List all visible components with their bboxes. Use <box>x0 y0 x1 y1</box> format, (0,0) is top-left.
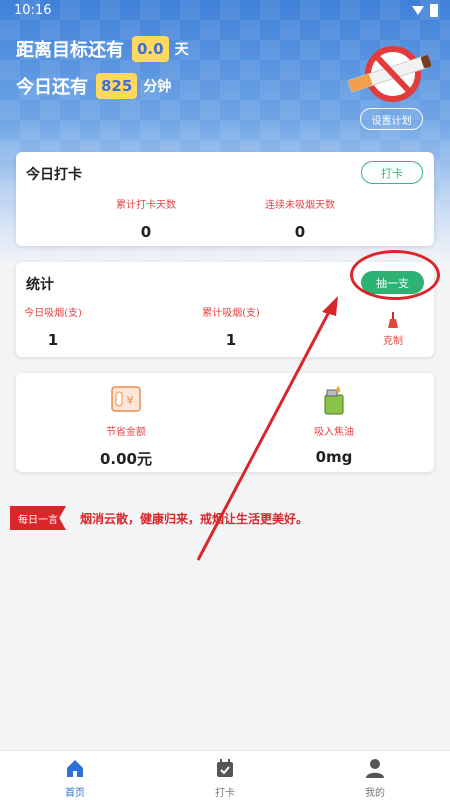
tar-value: 0mg <box>315 448 353 466</box>
bottom-tabbar: 首页 打卡 我的 <box>0 750 450 800</box>
today-line: 今日还有 825 分钟 <box>16 73 171 99</box>
total-checkin-value: 0 <box>140 223 152 241</box>
goal-value: 0.0 <box>132 36 169 62</box>
lighter-icon <box>324 386 344 415</box>
broom-icon <box>388 312 398 328</box>
money-icon: ¥ <box>111 386 141 412</box>
streak-label: 连续未吸烟天数 <box>265 200 335 211</box>
resist-label: 克制 <box>383 336 403 347</box>
goal-unit: 天 <box>174 42 189 58</box>
money-saved-label: 节省金额 <box>106 427 146 438</box>
wifi-icon <box>412 6 424 15</box>
tab-mine-label: 我的 <box>365 788 385 799</box>
total-checkin-stat: 累计打卡天数 0 <box>96 196 196 241</box>
today-value: 825 <box>96 73 138 99</box>
status-icons <box>412 4 438 17</box>
no-smoking-icon <box>348 46 432 102</box>
resist-button[interactable]: 克制 <box>371 312 415 347</box>
today-unit: 分钟 <box>143 79 172 95</box>
goal-label: 距离目标还有 <box>16 40 124 61</box>
streak-stat: 连续未吸烟天数 0 <box>250 196 350 241</box>
today-smoke-label: 今日吸烟(支) <box>24 308 82 319</box>
annotation-circle <box>350 250 440 300</box>
checkin-button[interactable]: 打卡 <box>361 161 423 184</box>
total-smoke-value: 1 <box>225 331 237 349</box>
today-smoke-stat: 今日吸烟(支) 1 <box>16 304 90 349</box>
battery-icon <box>430 4 438 17</box>
status-bar: 10:16 <box>0 0 450 22</box>
today-smoke-value: 1 <box>47 331 59 349</box>
tab-home-label: 首页 <box>65 788 85 799</box>
stats-card-title: 统计 <box>26 277 54 293</box>
total-smoke-stat: 累计吸烟(支) 1 <box>194 304 268 349</box>
total-checkin-label: 累计打卡天数 <box>116 200 176 211</box>
motto-ribbon: 每日一言 <box>10 506 66 530</box>
streak-value: 0 <box>294 223 306 241</box>
today-label: 今日还有 <box>16 77 88 98</box>
svg-text:¥: ¥ <box>127 394 134 407</box>
calendar-check-icon <box>217 759 233 777</box>
home-icon <box>67 760 83 777</box>
set-plan-button[interactable]: 设置计划 <box>360 108 423 130</box>
goal-line: 距离目标还有 0.0 天 <box>16 36 189 62</box>
tab-mine[interactable]: 我的 <box>345 757 405 799</box>
tab-home[interactable]: 首页 <box>45 757 105 799</box>
motto-text: 烟消云散，健康归来，戒烟让生活更美好。 <box>80 512 309 526</box>
savings-card: ¥ 节省金额 0.00元 吸入焦油 0mg <box>16 373 434 472</box>
total-smoke-label: 累计吸烟(支) <box>202 308 260 319</box>
tab-checkin-label: 打卡 <box>215 788 235 799</box>
tab-checkin[interactable]: 打卡 <box>195 757 255 799</box>
tar-label: 吸入焦油 <box>314 427 354 438</box>
checkin-card-title: 今日打卡 <box>26 167 82 183</box>
money-saved-value: 0.00元 <box>99 450 152 468</box>
user-icon <box>366 759 384 778</box>
checkin-card: 今日打卡 打卡 累计打卡天数 0 连续未吸烟天数 0 <box>16 152 434 246</box>
status-time: 10:16 <box>14 3 52 18</box>
tar-stat: 吸入焦油 0mg <box>274 385 394 466</box>
money-saved-stat: ¥ 节省金额 0.00元 <box>66 385 186 469</box>
